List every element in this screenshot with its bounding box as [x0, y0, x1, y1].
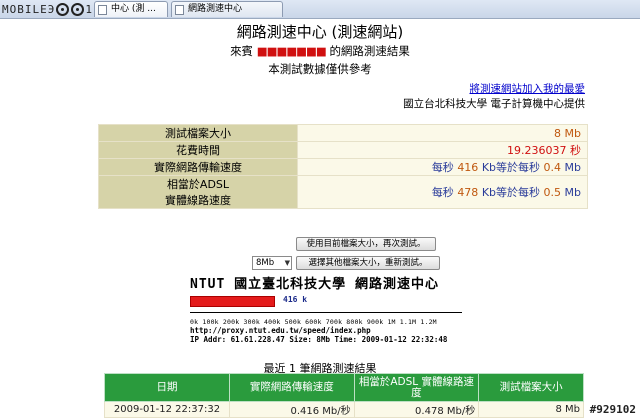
kb-unit: Kb: [481, 186, 497, 199]
browser-tab-active[interactable]: 中心 (測 ...: [94, 1, 168, 17]
site-logo: MOBIL ЕЭ 1: [2, 1, 93, 17]
speed-bar-label: 416 k: [283, 295, 308, 304]
mb-unit: Mb: [564, 186, 581, 199]
visitor-prefix: 來賓: [230, 44, 254, 58]
graphic-ip-line: IP Addr: 61.61.228.47 Size: 8Mb Time: 20…: [190, 335, 448, 344]
recent-cell-size: 8 Mb: [478, 401, 584, 418]
per-second-text: 每秒: [431, 161, 454, 174]
recent-table: 日期 實際網路傳輸速度 相當於ADSL 實體線路速度 測試檔案大小 2009-0…: [103, 373, 584, 418]
image-watermark: #929102: [587, 403, 638, 416]
result-table: 測試檔案大小 8 Mb 花費時間 19.236037 秒 實際網路傳輸速度 每秒…: [98, 124, 588, 209]
page-title: 網路測速中心 (測速網站): [236, 23, 404, 41]
graphic-heading: NTUT 國立臺北科技大學 網路測速中心: [190, 277, 439, 292]
adsl-label-line1: 相當於ADSL: [166, 178, 230, 191]
equals-text: 等於: [496, 186, 519, 199]
recent-header-row: 日期 實際網路傳輸速度 相當於ADSL 實體線路速度 測試檔案大小: [103, 373, 584, 402]
per-second-text: 每秒: [518, 161, 541, 174]
recent-cell-adsl: 0.478 Mb/秒: [353, 401, 480, 418]
browser-tab-strip: MOBIL ЕЭ 1 中心 (測 ... 網路測速中心: [0, 0, 640, 19]
logo-text-right: 1: [85, 2, 93, 16]
mb-unit: Mb: [564, 161, 581, 174]
page-icon: [98, 5, 107, 15]
speed-scale-line: [190, 312, 462, 317]
result-value: 每秒 478 Kb等於每秒 0.5 Mb: [297, 175, 588, 209]
transfer-mb-value: 0.4: [543, 161, 562, 174]
visitor-suffix: 的網路測速結果: [329, 44, 410, 58]
tab-label: 中心 (測 ...: [111, 4, 156, 14]
tab-label: 網路測速中心: [188, 4, 243, 14]
adsl-mb-value: 0.5: [543, 186, 562, 199]
eye-icon: [56, 2, 70, 16]
per-second-text: 每秒: [431, 186, 454, 199]
transfer-kb-value: 416: [457, 161, 479, 174]
browser-tab[interactable]: 網路測速中心: [171, 1, 283, 17]
result-label: 相當於ADSL 實體線路速度: [98, 175, 298, 209]
reference-note: 本測試數據僅供參考: [268, 62, 372, 76]
result-label: 花費時間: [98, 141, 298, 159]
per-second-text: 每秒: [518, 186, 541, 199]
provider-text: 國立台北科技大學 電子計算機中心提供: [403, 98, 585, 110]
result-value: 19.236037 秒: [297, 141, 588, 159]
recent-cell-date: 2009-01-12 22:37:32: [103, 401, 231, 418]
speed-scale-ticks: 0k 100k 200k 300k 400k 500k 600k 700k 80…: [190, 318, 437, 326]
recent-header: 測試檔案大小: [478, 373, 584, 402]
recent-header: 日期: [103, 373, 231, 402]
retest-button[interactable]: 使用目前檔案大小，再次測試。: [296, 237, 436, 251]
file-size-select[interactable]: 8Mb ▼: [252, 256, 292, 270]
result-row-adsl: 相當於ADSL 實體線路速度 每秒 478 Kb等於每秒 0.5 Mb: [98, 175, 588, 209]
speed-graphic: NTUT 國立臺北科技大學 網路測速中心 416 k 0k 100k 200k …: [190, 273, 490, 347]
result-label: 測試檔案大小: [98, 124, 298, 142]
speed-bar: [190, 296, 275, 307]
equals-text: 等於: [496, 161, 519, 174]
page-icon: [175, 5, 184, 15]
result-value: 每秒 416 Kb等於每秒 0.4 Mb: [297, 158, 588, 176]
logo-text-left: MOBIL: [2, 2, 41, 16]
recent-header: 實際網路傳輸速度: [229, 373, 355, 402]
adsl-label-line2: 實體線路速度: [165, 194, 231, 207]
file-size-unit: Mb: [564, 126, 581, 140]
table-row: 2009-01-12 22:37:32 0.416 Mb/秒 0.478 Mb/…: [103, 401, 584, 418]
result-label: 實際網路傳輸速度: [98, 158, 298, 176]
logo-text-mid: ЕЭ: [40, 2, 56, 16]
reselect-button[interactable]: 選擇其他檔案大小，重新測試。: [296, 256, 440, 270]
graphic-url: http://proxy.ntut.edu.tw/speed/index.php: [190, 326, 371, 335]
result-row-file-size: 測試檔案大小 8 Mb: [98, 124, 588, 142]
file-size-value: 8: [554, 126, 562, 140]
elapsed-value: 19.236037: [507, 144, 567, 157]
recent-cell-transfer: 0.416 Mb/秒: [229, 401, 355, 418]
result-row-elapsed: 花費時間 19.236037 秒: [98, 141, 588, 159]
file-size-select-value: 8Mb: [256, 258, 275, 268]
eye-icon: [71, 2, 85, 16]
result-value: 8 Mb: [297, 124, 588, 142]
add-favorite-link[interactable]: 將測速網站加入我的最愛: [470, 81, 586, 96]
kb-unit: Kb: [481, 161, 497, 174]
result-row-transfer: 實際網路傳輸速度 每秒 416 Kb等於每秒 0.4 Mb: [98, 158, 588, 176]
chevron-down-icon: ▼: [284, 259, 290, 267]
recent-header: 相當於ADSL 實體線路速度: [353, 373, 480, 402]
adsl-kb-value: 478: [457, 186, 479, 199]
elapsed-unit: 秒: [570, 144, 581, 157]
visitor-line: 來賓 ■■■■■■■ 的網路測速結果: [0, 43, 640, 59]
visitor-masked-name: ■■■■■■■: [256, 44, 327, 58]
